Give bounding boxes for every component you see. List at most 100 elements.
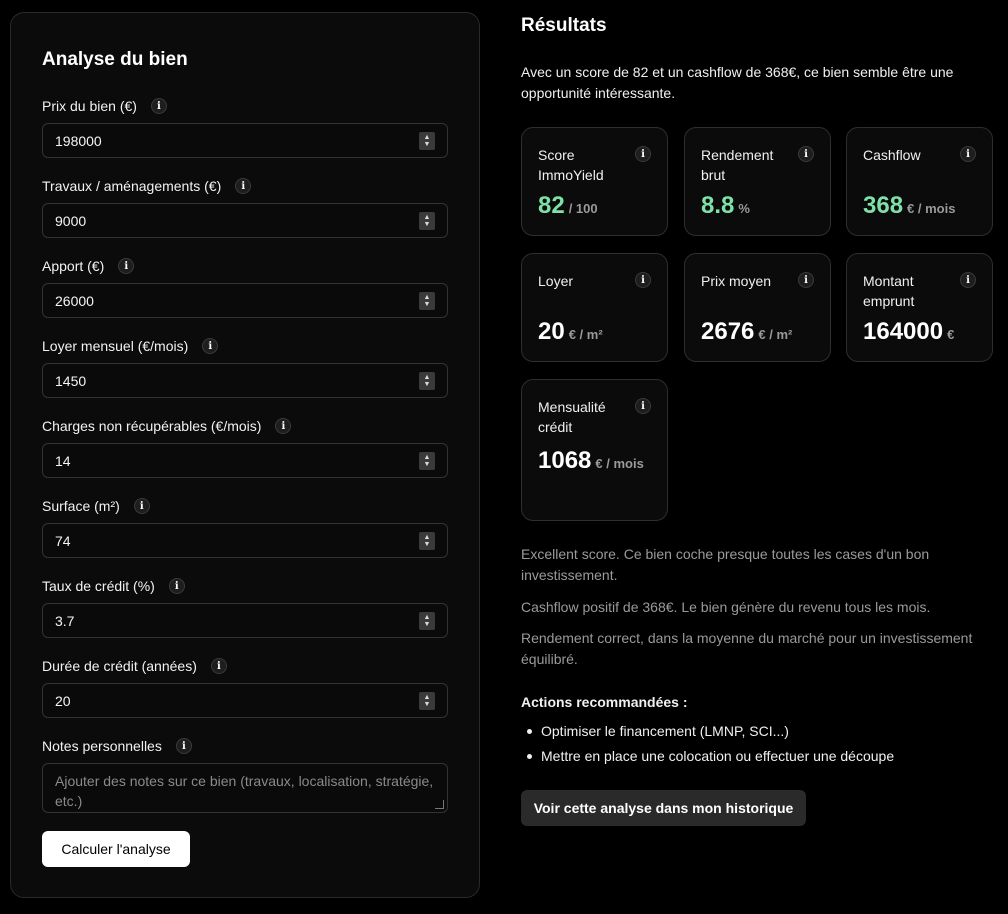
info-icon[interactable]: i xyxy=(635,398,651,414)
field-label: Surface (m²) xyxy=(42,498,120,514)
input-value: 198000 xyxy=(55,132,102,149)
prix-du-bien-input[interactable]: 198000 ▲ ▼ xyxy=(42,123,448,158)
info-icon[interactable]: i xyxy=(175,738,192,754)
travaux-input[interactable]: 9000 ▲ ▼ xyxy=(42,203,448,238)
field-apport: Apport (€) i 26000 ▲ ▼ xyxy=(42,257,448,318)
card-value: 2676 € / m² xyxy=(701,318,792,349)
field-label: Durée de crédit (années) xyxy=(42,658,197,674)
charges-input[interactable]: 14 ▲ ▼ xyxy=(42,443,448,478)
input-value: 9000 xyxy=(55,212,87,229)
field-duree-credit: Durée de crédit (années) i 20 ▲ ▼ xyxy=(42,657,448,718)
info-icon[interactable]: i xyxy=(235,178,252,194)
field-charges: Charges non récupérables (€/mois) i 14 ▲ ▼ xyxy=(42,417,448,478)
card-unit: € / m² xyxy=(568,327,603,342)
field-label: Charges non récupérables (€/mois) xyxy=(42,418,262,434)
card-montant-emprunt: Montant emprunt i 164000 € xyxy=(846,253,993,362)
info-icon[interactable]: i xyxy=(118,258,135,274)
field-travaux: Travaux / aménagements (€) i 9000 ▲ ▼ xyxy=(42,177,448,238)
field-prix-du-bien: Prix du bien (€) i 198000 ▲ ▼ xyxy=(42,97,448,158)
card-label: Loyer xyxy=(538,273,574,289)
stepper-icon[interactable]: ▲ ▼ xyxy=(419,611,435,630)
card-value: 1068 € / mois xyxy=(538,444,648,481)
card-label: Prix moyen xyxy=(701,273,772,289)
info-icon[interactable]: i xyxy=(798,146,814,162)
taux-credit-input[interactable]: 3.7 ▲ ▼ xyxy=(42,603,448,638)
input-value: 3.7 xyxy=(55,612,75,629)
info-icon[interactable]: i xyxy=(635,272,651,288)
loyer-value: 20 xyxy=(538,318,565,345)
action-item: Mettre en place une colocation ou effect… xyxy=(527,744,894,769)
card-score: Score ImmoYield i 82/ 100 xyxy=(521,127,668,236)
surface-input[interactable]: 74 ▲ ▼ xyxy=(42,523,448,558)
montant-emprunt-value: 164000 xyxy=(863,318,944,345)
card-unit: % xyxy=(738,201,750,216)
notes-placeholder: Ajouter des notes sur ce bien (travaux, … xyxy=(55,773,434,809)
info-icon[interactable]: i xyxy=(960,146,976,162)
cashflow-value: 368 xyxy=(863,192,904,219)
input-value: 26000 xyxy=(55,292,94,309)
card-label: Montant emprunt xyxy=(863,273,915,309)
cashflow-description: Cashflow positif de 368€. Le bien génère… xyxy=(521,599,931,615)
results-title: Résultats xyxy=(521,15,607,36)
card-value: 82/ 100 xyxy=(538,192,598,223)
resize-handle-icon[interactable] xyxy=(435,800,444,809)
info-icon[interactable]: i xyxy=(202,338,219,354)
duree-credit-input[interactable]: 20 ▲ ▼ xyxy=(42,683,448,718)
field-surface: Surface (m²) i 74 ▲ ▼ xyxy=(42,497,448,558)
rendement-description: Rendement correct, dans la moyenne du ma… xyxy=(521,630,973,667)
score-description: Excellent score. Ce bien coche presque t… xyxy=(521,546,930,583)
stepper-icon[interactable]: ▲ ▼ xyxy=(419,291,435,310)
info-icon[interactable]: i xyxy=(133,498,150,514)
info-icon[interactable]: i xyxy=(960,272,976,288)
form-title: Analyse du bien xyxy=(42,49,188,70)
info-icon[interactable]: i xyxy=(168,578,185,594)
card-prix-moyen: Prix moyen i 2676 € / m² xyxy=(684,253,831,362)
card-unit: € / mois xyxy=(595,456,644,471)
field-taux-credit: Taux de crédit (%) i 3.7 ▲ ▼ xyxy=(42,577,448,638)
stepper-icon[interactable]: ▲ ▼ xyxy=(419,691,435,710)
apport-input[interactable]: 26000 ▲ ▼ xyxy=(42,283,448,318)
stepper-icon[interactable]: ▲ ▼ xyxy=(419,131,435,150)
info-icon[interactable]: i xyxy=(150,98,167,114)
input-value: 74 xyxy=(55,532,71,549)
loyer-mensuel-input[interactable]: 1450 ▲ ▼ xyxy=(42,363,448,398)
score-value: 82 xyxy=(538,192,565,219)
card-label: Mensualité crédit xyxy=(538,399,606,435)
results-summary: Avec un score de 82 et un cashflow de 36… xyxy=(521,64,954,101)
view-history-button[interactable]: Voir cette analyse dans mon historique xyxy=(521,790,806,826)
field-label: Notes personnelles xyxy=(42,738,162,754)
field-label: Apport (€) xyxy=(42,258,105,274)
action-item: Optimiser le financement (LMNP, SCI...) xyxy=(527,719,894,744)
calculate-button[interactable]: Calculer l'analyse xyxy=(42,831,190,867)
card-unit: / 100 xyxy=(568,201,598,216)
info-icon[interactable]: i xyxy=(798,272,814,288)
card-label: Rendement brut xyxy=(701,147,774,183)
card-label: Cashflow xyxy=(863,147,921,163)
notes-textarea[interactable]: Ajouter des notes sur ce bien (travaux, … xyxy=(42,763,448,813)
rendement-value: 8.8 xyxy=(701,192,735,219)
field-label: Travaux / aménagements (€) xyxy=(42,178,222,194)
actions-title: Actions recommandées : xyxy=(521,694,688,710)
info-icon[interactable]: i xyxy=(210,658,227,674)
card-value: 164000 € xyxy=(863,318,954,349)
field-notes: Notes personnelles i Ajouter des notes su… xyxy=(42,737,448,813)
stepper-icon[interactable]: ▲ ▼ xyxy=(419,451,435,470)
card-loyer: Loyer i 20 € / m² xyxy=(521,253,668,362)
card-rendement: Rendement brut i 8.8% xyxy=(684,127,831,236)
card-value: 20 € / m² xyxy=(538,318,603,349)
stepper-icon[interactable]: ▲ ▼ xyxy=(419,531,435,550)
info-icon[interactable]: i xyxy=(635,146,651,162)
card-unit: € / m² xyxy=(758,327,793,342)
card-value: 8.8% xyxy=(701,192,750,223)
prix-moyen-value: 2676 xyxy=(701,318,755,345)
stepper-icon[interactable]: ▲ ▼ xyxy=(419,371,435,390)
input-value: 20 xyxy=(55,692,71,709)
stepper-icon[interactable]: ▲ ▼ xyxy=(419,211,435,230)
field-label: Prix du bien (€) xyxy=(42,98,137,114)
card-cashflow: Cashflow i 368 € / mois xyxy=(846,127,993,236)
mensualite-value: 1068 xyxy=(538,447,592,474)
info-icon[interactable]: i xyxy=(275,418,292,434)
input-value: 14 xyxy=(55,452,71,469)
card-unit: € xyxy=(947,327,955,342)
card-value: 368 € / mois xyxy=(863,192,955,223)
